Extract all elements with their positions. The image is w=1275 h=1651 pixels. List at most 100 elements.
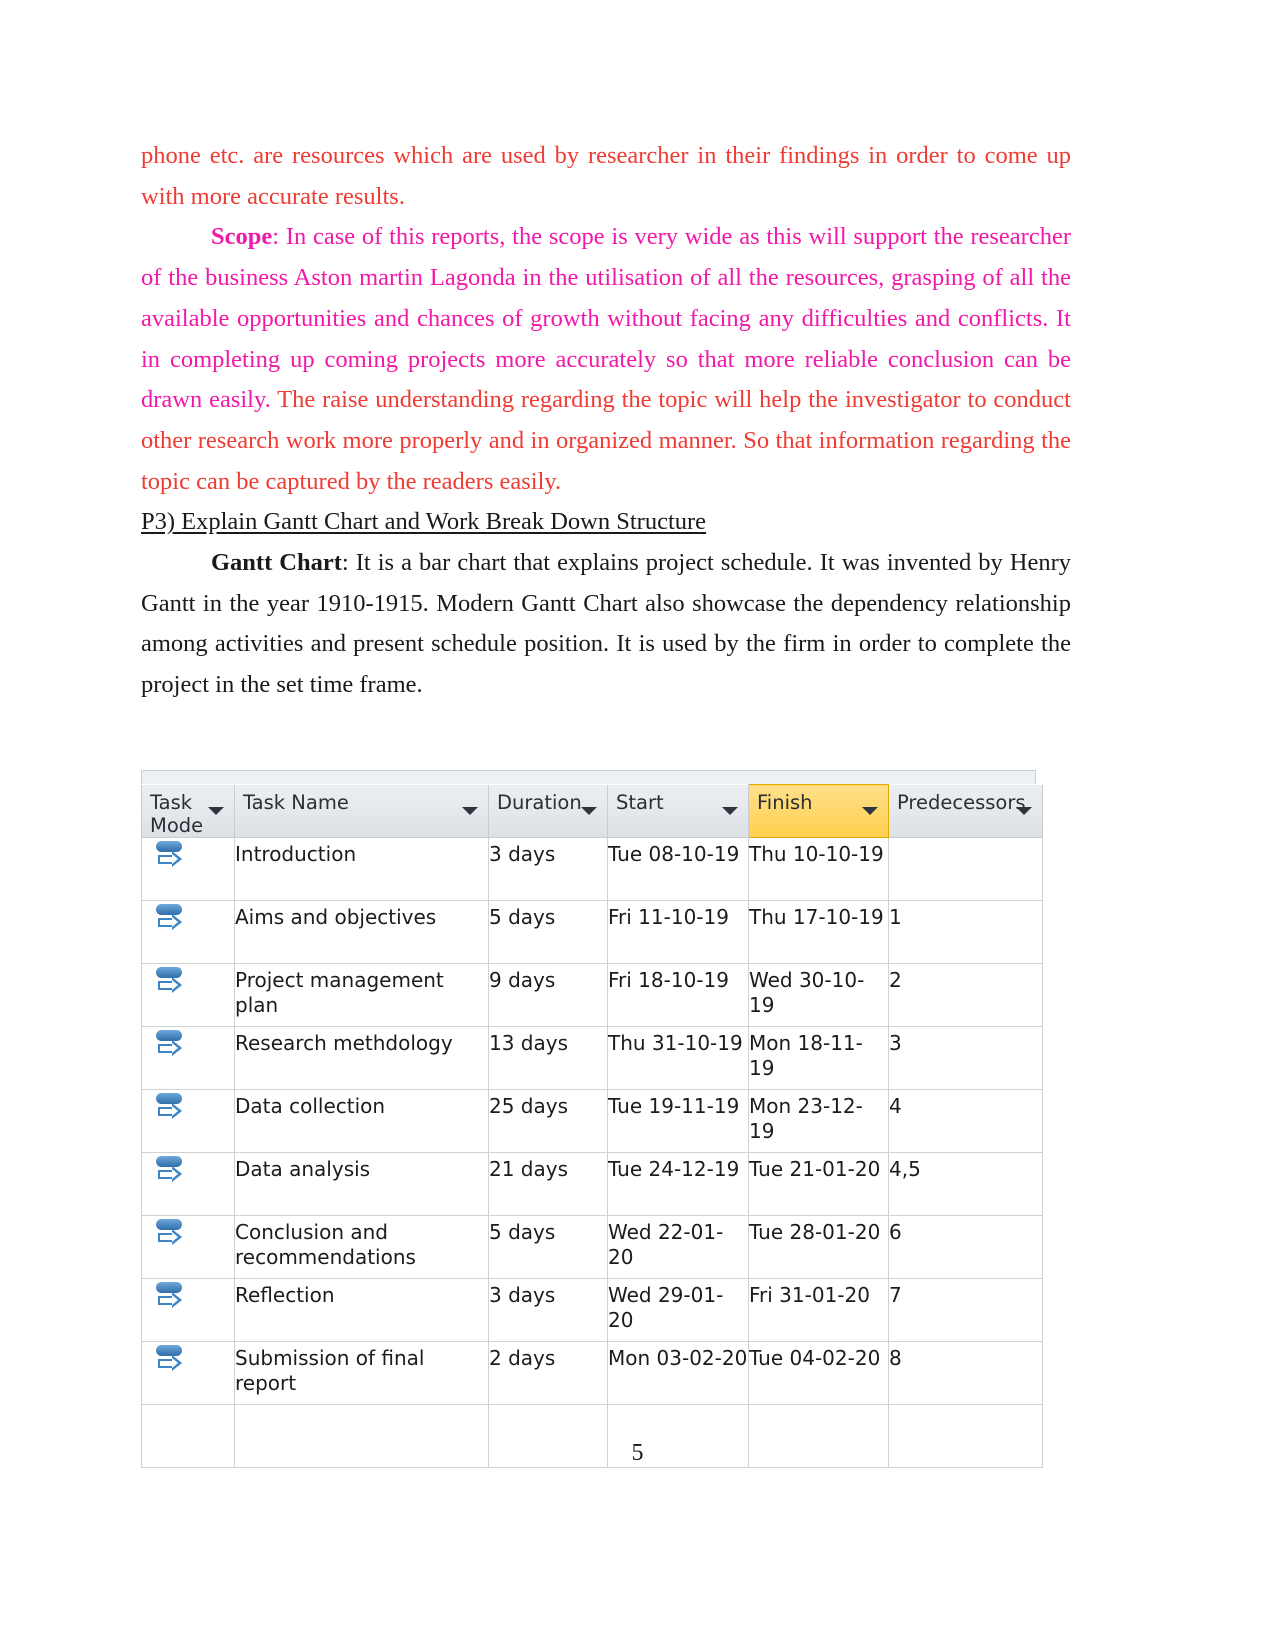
column-header-duration-label: Duration xyxy=(497,790,582,814)
cell-finish[interactable]: Wed 30-10-19 xyxy=(748,963,889,1027)
table-row[interactable]: Data analysis 21 days Tue 24-12-19 Tue 21-0… xyxy=(141,1152,1043,1216)
table-header: Task Mode Task Name Duration Start Finis… xyxy=(141,784,1043,838)
cell-start[interactable]: Mon 03-02-20 xyxy=(607,1341,749,1405)
cell-predecessors[interactable]: 4,5 xyxy=(888,1152,1043,1216)
table-row[interactable]: Conclusion and recommendations 5 days Wed … xyxy=(141,1215,1043,1279)
cell-task-mode[interactable] xyxy=(141,1089,235,1153)
cell-task-mode[interactable] xyxy=(141,900,235,964)
column-header-task-name[interactable]: Task Name xyxy=(234,784,489,838)
table-row[interactable]: Aims and objectives 5 days Fri 11-10-19 Thu… xyxy=(141,900,1043,964)
cell-task-name[interactable]: Data analysis xyxy=(234,1152,489,1216)
cell-predecessors[interactable]: 6 xyxy=(888,1215,1043,1279)
column-header-predecessors[interactable]: Predecessors xyxy=(888,784,1043,838)
cell-finish[interactable]: Fri 31-01-20 xyxy=(748,1278,889,1342)
cell-start[interactable]: Wed 29-01-20 xyxy=(607,1278,749,1342)
cell-task-name[interactable]: Project management plan xyxy=(234,963,489,1027)
cell-finish[interactable]: Thu 17-10-19 xyxy=(748,900,889,964)
cell-task-name[interactable]: Aims and objectives xyxy=(234,900,489,964)
cell-predecessors[interactable] xyxy=(888,837,1043,901)
auto-scheduled-icon xyxy=(156,1345,192,1375)
cell-task-name[interactable]: Introduction xyxy=(234,837,489,901)
cell-finish[interactable]: Tue 28-01-20 xyxy=(748,1215,889,1279)
cell-predecessors[interactable]: 7 xyxy=(888,1278,1043,1342)
auto-scheduled-icon xyxy=(156,1219,192,1249)
column-header-duration[interactable]: Duration xyxy=(488,784,608,838)
cell-predecessors[interactable]: 1 xyxy=(888,900,1043,964)
cell-task-mode[interactable] xyxy=(141,1341,235,1405)
cell-predecessors[interactable]: 3 xyxy=(888,1026,1043,1090)
column-header-finish[interactable]: Finish xyxy=(748,784,889,838)
auto-scheduled-icon xyxy=(156,1030,192,1060)
cell-start[interactable]: Tue 24-12-19 xyxy=(607,1152,749,1216)
cell-finish[interactable]: Tue 21-01-20 xyxy=(748,1152,889,1216)
table-row[interactable]: Data collection 25 days Tue 19-11-19 Mon 23… xyxy=(141,1089,1043,1153)
paragraph-scope: Scope: In case of this reports, the scop… xyxy=(141,217,1071,502)
table-row[interactable]: Submission of final report 2 days Mon 03-0… xyxy=(141,1341,1043,1405)
cell-duration[interactable]: 9 days xyxy=(488,963,608,1027)
cell-task-name[interactable]: Data collection xyxy=(234,1089,489,1153)
column-header-start-label: Start xyxy=(616,790,664,814)
table-header-row: Task Mode Task Name Duration Start Finis… xyxy=(141,784,1043,838)
cell-duration[interactable]: 5 days xyxy=(488,1215,608,1279)
cell-start[interactable]: Fri 18-10-19 xyxy=(607,963,749,1027)
auto-scheduled-icon xyxy=(156,841,192,871)
cell-start[interactable]: Thu 31-10-19 xyxy=(607,1026,749,1090)
paragraph-resources-text: phone etc. are resources which are used … xyxy=(141,142,1071,210)
cell-duration[interactable]: 13 days xyxy=(488,1026,608,1090)
cell-task-name[interactable]: Submission of final report xyxy=(234,1341,489,1405)
auto-scheduled-icon xyxy=(156,967,192,997)
scope-lead-label: Scope xyxy=(211,223,273,251)
filter-chevron-down-icon[interactable] xyxy=(722,806,738,815)
heading-p3-text: P3) Explain Gantt Chart and Work Break D… xyxy=(141,508,707,536)
page-number: 5 xyxy=(631,1440,644,1466)
column-header-task-mode[interactable]: Task Mode xyxy=(141,784,235,838)
cell-task-name[interactable]: Research methdology xyxy=(234,1026,489,1090)
auto-scheduled-icon xyxy=(156,1156,192,1186)
cell-task-mode[interactable] xyxy=(141,1026,235,1090)
document-body: phone etc. are resources which are used … xyxy=(141,136,1071,706)
cell-task-name[interactable]: Conclusion and recommendations xyxy=(234,1215,489,1279)
cell-finish[interactable]: Tue 04-02-20 xyxy=(748,1341,889,1405)
cell-task-name[interactable]: Reflection xyxy=(234,1278,489,1342)
cell-finish[interactable]: Mon 18-11-19 xyxy=(748,1026,889,1090)
cell-duration[interactable]: 2 days xyxy=(488,1341,608,1405)
cell-task-mode[interactable] xyxy=(141,1215,235,1279)
column-header-start[interactable]: Start xyxy=(607,784,749,838)
cell-predecessors[interactable]: 8 xyxy=(888,1341,1043,1405)
table-row[interactable]: Reflection 3 days Wed 29-01-20 Fri 31-01-20… xyxy=(141,1278,1043,1342)
cell-predecessors[interactable]: 4 xyxy=(888,1089,1043,1153)
auto-scheduled-icon xyxy=(156,1282,192,1312)
cell-task-mode[interactable] xyxy=(141,1278,235,1342)
table-row[interactable]: Project management plan 9 days Fri 18-10-1… xyxy=(141,963,1043,1027)
cell-duration[interactable]: 3 days xyxy=(488,837,608,901)
cell-duration[interactable]: 25 days xyxy=(488,1089,608,1153)
filter-chevron-down-icon[interactable] xyxy=(1016,806,1032,815)
cell-finish[interactable]: Thu 10-10-19 xyxy=(748,837,889,901)
filter-chevron-down-icon[interactable] xyxy=(462,806,478,815)
heading-p3: P3) Explain Gantt Chart and Work Break D… xyxy=(141,502,1071,543)
scope-magenta-text: : In case of this reports, the scope is … xyxy=(141,223,1071,414)
table-top-strip xyxy=(141,770,1036,784)
ms-project-task-table: Task Mode Task Name Duration Start Finis… xyxy=(141,770,1043,1468)
table-row[interactable]: Introduction 3 days Tue 08-10-19 Thu 10-10-… xyxy=(141,837,1043,901)
cell-duration[interactable]: 3 days xyxy=(488,1278,608,1342)
column-header-task-mode-label: Task Mode xyxy=(150,790,204,837)
cell-duration[interactable]: 5 days xyxy=(488,900,608,964)
cell-start[interactable]: Wed 22-01-20 xyxy=(607,1215,749,1279)
cell-task-mode[interactable] xyxy=(141,1152,235,1216)
cell-start[interactable]: Tue 08-10-19 xyxy=(607,837,749,901)
column-header-finish-label: Finish xyxy=(757,791,813,814)
cell-start[interactable]: Fri 11-10-19 xyxy=(607,900,749,964)
filter-chevron-down-icon[interactable] xyxy=(208,806,224,815)
paragraph-gantt-chart: Gantt Chart: It is a bar chart that expl… xyxy=(141,543,1071,706)
cell-task-mode[interactable] xyxy=(141,837,235,901)
cell-finish[interactable]: Mon 23-12-19 xyxy=(748,1089,889,1153)
cell-duration[interactable]: 21 days xyxy=(488,1152,608,1216)
paragraph-resources: phone etc. are resources which are used … xyxy=(141,136,1071,217)
filter-chevron-down-icon[interactable] xyxy=(862,807,878,815)
cell-predecessors[interactable]: 2 xyxy=(888,963,1043,1027)
cell-task-mode[interactable] xyxy=(141,963,235,1027)
filter-chevron-down-icon[interactable] xyxy=(581,806,597,815)
cell-start[interactable]: Tue 19-11-19 xyxy=(607,1089,749,1153)
table-row[interactable]: Research methdology 13 days Thu 31-10-19 Mo… xyxy=(141,1026,1043,1090)
